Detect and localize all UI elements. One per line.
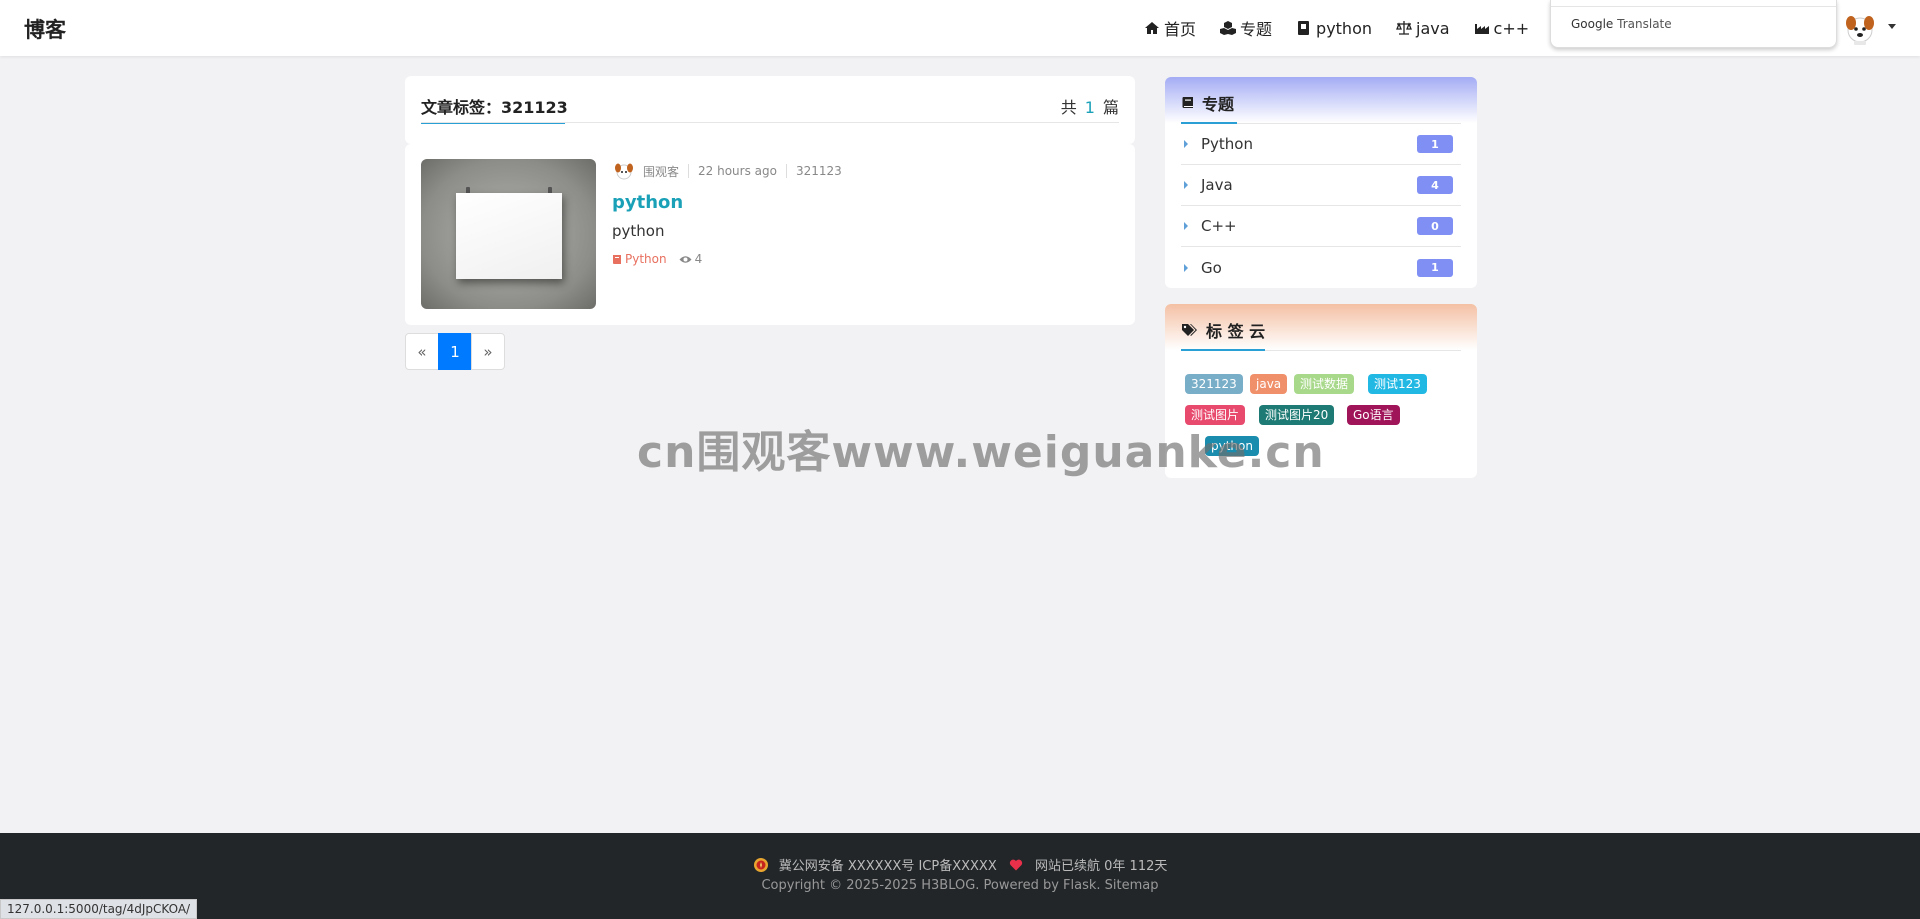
article-title[interactable]: python bbox=[612, 192, 683, 213]
nav-item-python[interactable]: python bbox=[1296, 16, 1372, 40]
nav-item-label: c++ bbox=[1493, 18, 1530, 38]
topic-count-badge: 1 bbox=[1417, 135, 1453, 153]
tag-header-card: 文章标签：321123 共1篇 bbox=[405, 76, 1135, 144]
divider bbox=[421, 122, 1119, 123]
tag-item[interactable]: Go语言 bbox=[1347, 405, 1400, 425]
article-description: python bbox=[612, 222, 665, 240]
pagination: « 1 » bbox=[405, 333, 505, 370]
caret-right-icon bbox=[1184, 263, 1188, 272]
caret-right-icon bbox=[1184, 222, 1188, 230]
nav-item-label: 首页 bbox=[1164, 20, 1197, 39]
topics-panel: 专题 Python 1 Java 4 C++ 0 Go 1 bbox=[1165, 77, 1477, 288]
view-count: 4 bbox=[679, 252, 702, 266]
topic-label: C++ bbox=[1201, 217, 1237, 235]
google-translate-widget[interactable]: Google Translate bbox=[1550, 0, 1837, 48]
caret-right-icon bbox=[1184, 181, 1188, 189]
main-nav: 首页 专题 python java c++ g bbox=[1144, 16, 1583, 40]
topic-item-java[interactable]: Java 4 bbox=[1181, 165, 1461, 206]
book-icon bbox=[1182, 97, 1193, 108]
topic-item-cpp[interactable]: C++ 0 bbox=[1181, 206, 1461, 247]
translate-label: Google Translate bbox=[1571, 17, 1672, 31]
article-list-item: 围观客 22 hours ago 321123 python python Py… bbox=[405, 144, 1135, 325]
page-button-current[interactable]: 1 bbox=[438, 333, 472, 370]
divider bbox=[1551, 6, 1836, 7]
eye-icon bbox=[679, 255, 692, 263]
topic-label: Go bbox=[1201, 258, 1222, 277]
divider bbox=[688, 164, 690, 178]
article-meta: 围观客 22 hours ago 321123 bbox=[613, 160, 842, 182]
home-icon bbox=[1145, 22, 1159, 34]
nav-item-label: 专题 bbox=[1240, 20, 1273, 39]
page-title: 文章标签：321123 bbox=[421, 94, 568, 124]
footer: 冀公网安备 XXXXXX号 ICP备XXXXX 网站已续航 0年 112天 Co… bbox=[0, 833, 1920, 919]
balance-icon bbox=[1396, 21, 1412, 35]
nav-item-topics[interactable]: 专题 bbox=[1220, 16, 1272, 40]
footer-info: 冀公网安备 XXXXXX号 ICP备XXXXX 网站已续航 0年 112天 bbox=[0, 855, 1920, 874]
topic-count-badge: 0 bbox=[1417, 217, 1453, 235]
heart-icon bbox=[1009, 859, 1023, 870]
nav-item-home[interactable]: 首页 bbox=[1144, 16, 1196, 40]
topic-label: Python bbox=[1201, 135, 1253, 153]
nav-item-label: python bbox=[1316, 18, 1372, 38]
article-category[interactable]: Python bbox=[612, 252, 667, 266]
topic-count-badge: 1 bbox=[1417, 258, 1453, 277]
tags-icon bbox=[1182, 324, 1197, 336]
brand-logo[interactable]: 博客 bbox=[24, 14, 66, 44]
copyright: Copyright © 2025-2025 H3BLOG. Powered by… bbox=[761, 878, 1159, 893]
industry-icon bbox=[1474, 24, 1489, 34]
tag-item[interactable]: 测试123 bbox=[1368, 374, 1427, 394]
topic-item-go[interactable]: Go 1 bbox=[1181, 247, 1461, 288]
police-badge-icon bbox=[753, 857, 768, 872]
caret-right-icon bbox=[1184, 140, 1188, 148]
file-icon bbox=[1298, 21, 1310, 35]
watermark-text: cn围观客www.weiguanke.cn bbox=[637, 427, 1325, 478]
topic-count-badge: 4 bbox=[1417, 176, 1453, 194]
next-page-button[interactable]: » bbox=[471, 333, 505, 370]
tag-cloud-header: 标 签 云 bbox=[1165, 304, 1477, 350]
book-icon bbox=[613, 254, 621, 264]
topics-panel-title: 专题 bbox=[1181, 91, 1234, 115]
icp-record[interactable]: 冀公网安备 XXXXXX号 ICP备XXXXX bbox=[779, 859, 997, 874]
cubes-icon bbox=[1220, 21, 1237, 35]
post-time: 22 hours ago bbox=[698, 164, 777, 178]
author-avatar bbox=[615, 163, 633, 180]
topics-panel-header: 专题 bbox=[1165, 77, 1477, 123]
article-count: 共1篇 bbox=[1060, 98, 1119, 117]
author-name[interactable]: 围观客 bbox=[643, 163, 679, 180]
article-footer: Python 4 bbox=[612, 252, 702, 266]
user-avatar[interactable] bbox=[1842, 10, 1878, 46]
site-uptime: 网站已续航 0年 112天 bbox=[1035, 859, 1168, 874]
tag-item[interactable]: 321123 bbox=[1185, 374, 1243, 394]
title-underline bbox=[1181, 349, 1265, 351]
browser-status-url: 127.0.0.1:5000/tag/4dJpCKOA/ bbox=[0, 899, 198, 919]
tag-cloud-title: 标 签 云 bbox=[1181, 318, 1265, 342]
tag-item[interactable]: java bbox=[1250, 374, 1288, 394]
topic-item-python[interactable]: Python 1 bbox=[1181, 124, 1461, 165]
nav-item-cpp[interactable]: c++ bbox=[1474, 16, 1530, 40]
nav-item-label: java bbox=[1416, 18, 1450, 38]
navbar: 博客 首页 专题 python java c++ g Google Transl… bbox=[0, 0, 1920, 56]
article-tag[interactable]: 321123 bbox=[796, 164, 842, 178]
chevron-down-icon[interactable] bbox=[1888, 24, 1896, 29]
topic-label: Java bbox=[1201, 176, 1233, 194]
paper-image bbox=[456, 193, 562, 279]
prev-page-button[interactable]: « bbox=[405, 333, 439, 370]
tag-item[interactable]: 测试数据 bbox=[1294, 374, 1355, 394]
article-thumbnail[interactable] bbox=[421, 159, 596, 309]
divider bbox=[785, 164, 787, 178]
nav-item-java[interactable]: java bbox=[1396, 16, 1450, 40]
